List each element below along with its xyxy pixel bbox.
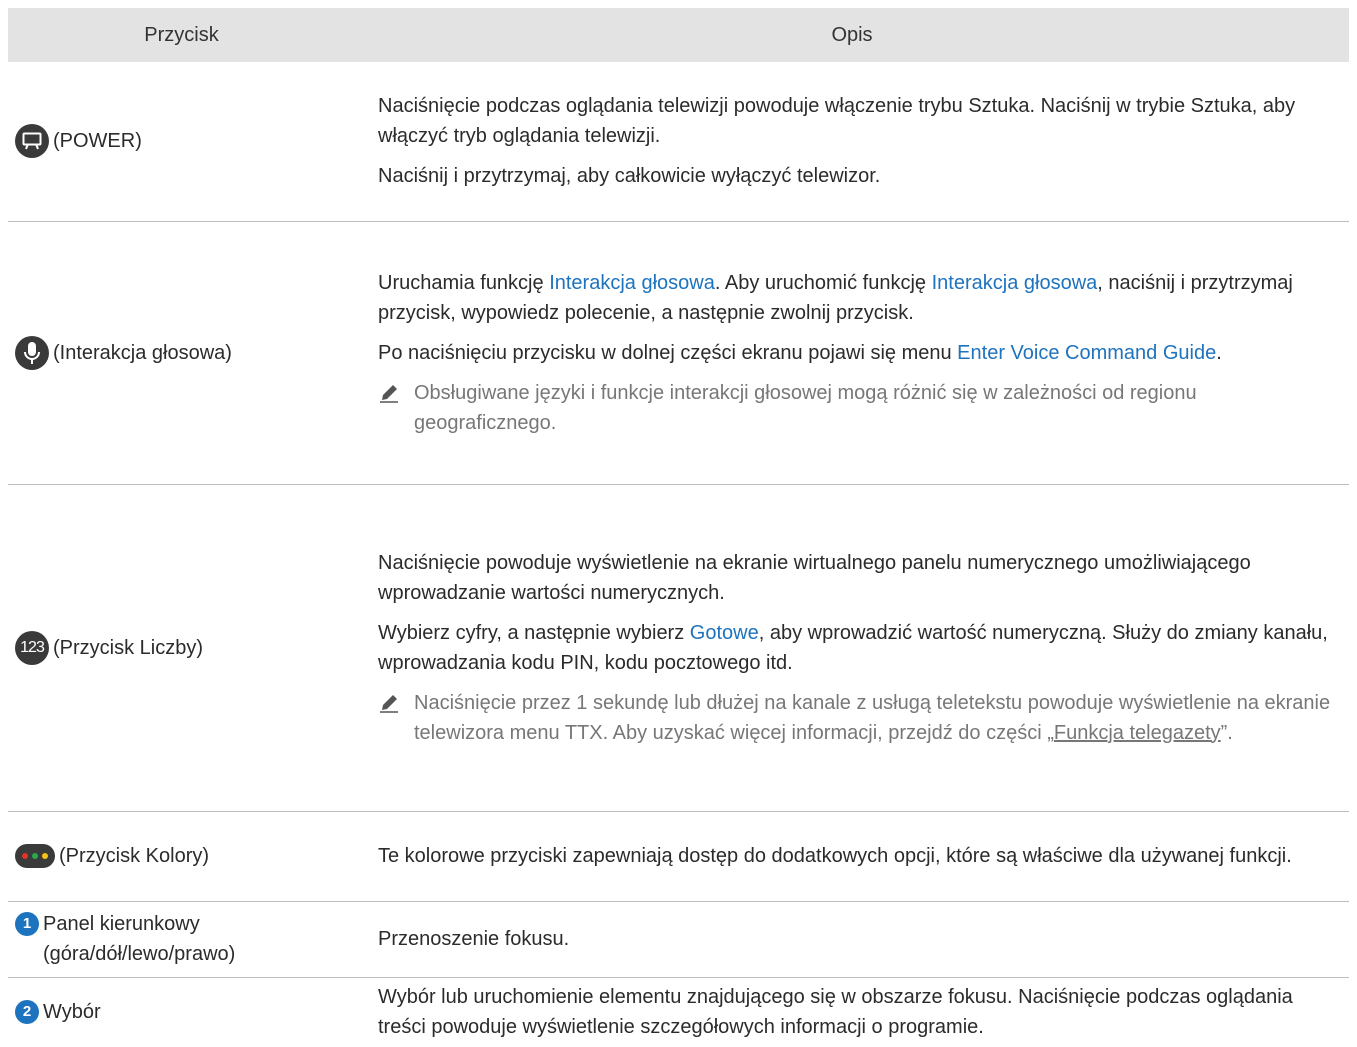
number-two-badge-icon: 2: [15, 1000, 39, 1025]
remote-buttons-table: Przycisk Opis (POWER) Naciśnięcie podcza…: [8, 8, 1349, 1047]
button-name: (Przycisk Liczby): [53, 636, 204, 659]
note: Obsługiwane języki i funkcje interakcji …: [378, 378, 1341, 438]
description-text: Naciśnij i przytrzymaj, aby całkowicie w…: [378, 165, 881, 188]
number-one-badge-icon: 1: [15, 912, 39, 936]
table-row: (Interakcja głosowa) Uruchamia funkcję I…: [8, 221, 1349, 485]
numbers-icon: 123: [15, 630, 49, 665]
button-cell: 1 Panel kierunkowy (góra/dół/lewo/prawo): [8, 901, 355, 978]
pencil-icon: [378, 688, 406, 748]
description-cell: Naciśnięcie podczas oglądania telewizji …: [355, 62, 1349, 222]
table-row: (Przycisk Kolory) Te kolorowe przyciski …: [8, 811, 1349, 902]
description-cell: Wybór lub uruchomienie elementu znajdują…: [355, 977, 1349, 1047]
microphone-icon: [15, 335, 49, 370]
description-text: Te kolorowe przyciski zapewniają dostęp …: [378, 845, 1292, 867]
description-text: Wybierz cyfry, a następnie wybierz Gotow…: [378, 621, 1328, 674]
table-header-row: Przycisk Opis: [8, 8, 1349, 62]
color-buttons-icon: [15, 844, 55, 868]
button-name: Panel kierunkowy (góra/dół/lewo/prawo): [43, 913, 236, 965]
button-name: (Interakcja głosowa): [53, 341, 232, 364]
button-cell: 2 Wybór: [8, 977, 355, 1047]
header-button-column: Przycisk: [8, 8, 355, 62]
button-name: (Przycisk Kolory): [59, 845, 210, 867]
note-text: Obsługiwane języki i funkcje interakcji …: [414, 381, 1197, 434]
table-row: (POWER) Naciśnięcie podczas oglądania te…: [8, 62, 1349, 222]
button-cell: (Interakcja głosowa): [8, 221, 355, 485]
description-text: Naciśnięcie powoduje wyświetlenie na ekr…: [378, 551, 1251, 604]
voice-interaction-link[interactable]: Interakcja głosowa: [932, 272, 1098, 294]
table-row: 2 Wybór Wybór lub uruchomienie elementu …: [8, 977, 1349, 1047]
done-link[interactable]: Gotowe: [690, 622, 759, 644]
button-cell: (POWER): [8, 62, 355, 222]
voice-command-guide-link[interactable]: Enter Voice Command Guide: [957, 342, 1216, 364]
power-art-icon: [15, 124, 49, 159]
description-text: Po naciśnięciu przycisku w dolnej części…: [378, 341, 1222, 364]
button-cell: (Przycisk Kolory): [8, 811, 355, 902]
description-text: Przenoszenie fokusu.: [378, 928, 570, 950]
pencil-icon: [378, 378, 406, 438]
teletext-function-link[interactable]: Funkcja telegazety: [1054, 722, 1221, 744]
table-row: 123 (Przycisk Liczby) Naciśnięcie powodu…: [8, 484, 1349, 812]
description-cell: Naciśnięcie powoduje wyświetlenie na ekr…: [355, 484, 1349, 812]
button-name: Wybór: [43, 1001, 101, 1024]
voice-interaction-link[interactable]: Interakcja głosowa: [549, 272, 715, 294]
description-cell: Przenoszenie fokusu.: [355, 901, 1349, 978]
note-text: Naciśnięcie przez 1 sekundę lub dłużej n…: [414, 691, 1331, 744]
description-cell: Uruchamia funkcję Interakcja głosowa. Ab…: [355, 221, 1349, 485]
table-row: 1 Panel kierunkowy (góra/dół/lewo/prawo)…: [8, 901, 1349, 978]
description-text: Naciśnięcie podczas oglądania telewizji …: [378, 95, 1296, 148]
button-name: (POWER): [53, 130, 142, 153]
button-cell: 123 (Przycisk Liczby): [8, 484, 355, 812]
header-description-column: Opis: [355, 8, 1349, 62]
description-text: Uruchamia funkcję Interakcja głosowa. Ab…: [378, 271, 1293, 324]
description-cell: Te kolorowe przyciski zapewniają dostęp …: [355, 811, 1349, 902]
description-text: Wybór lub uruchomienie elementu znajdują…: [378, 986, 1293, 1039]
note: Naciśnięcie przez 1 sekundę lub dłużej n…: [378, 688, 1341, 748]
